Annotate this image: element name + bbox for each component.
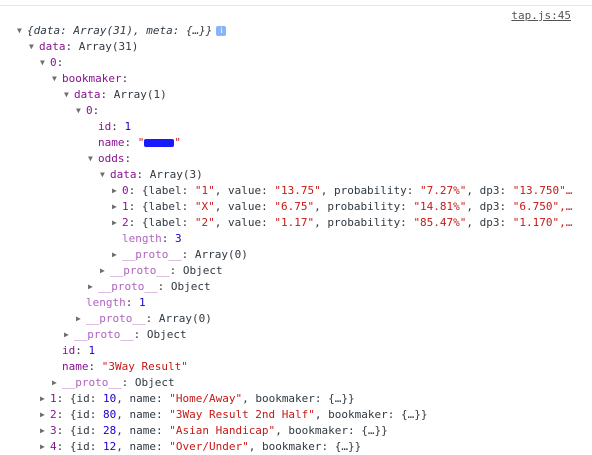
tree-node-odds[interactable]: ▼ odds: [88, 151, 131, 167]
item0-id: id: 1 [62, 344, 96, 357]
expand-triangle-icon[interactable]: ▶ [112, 215, 122, 231]
item0-name: name: "3Way Result" [62, 360, 188, 373]
expand-triangle-icon[interactable]: ▶ [40, 439, 50, 455]
expand-triangle-icon[interactable]: ▶ [112, 183, 122, 199]
tree-node-bookmaker[interactable]: ▼ bookmaker: [52, 71, 128, 87]
expand-triangle-icon[interactable]: ▶ [52, 375, 62, 391]
list-item[interactable]: ▶ 3: {id: 28, name: "Asian Handicap", boo… [40, 423, 388, 439]
odds-item-1[interactable]: ▶ 1: {label: "X", value: "6.75", probabil… [112, 199, 572, 215]
bookmaker-item-proto[interactable]: ▶ __proto__: Object [88, 279, 211, 295]
odds-array-proto[interactable]: ▶ __proto__: Array(0) [112, 247, 248, 263]
expand-triangle-icon[interactable]: ▶ [112, 247, 122, 263]
root-summary: {data: Array(31), meta: {…}} [27, 24, 213, 37]
redacted-value [144, 139, 175, 147]
expand-triangle-icon[interactable]: ▼ [76, 103, 86, 119]
bookmaker-data-length: length: 1 [86, 296, 146, 309]
source-link[interactable]: tap.js:45 [511, 9, 571, 22]
console-divider [0, 0, 592, 6]
expand-triangle-icon[interactable]: ▼ [17, 23, 27, 39]
expand-triangle-icon[interactable]: ▶ [88, 279, 98, 295]
odds-length: length: 3 [122, 232, 182, 245]
expand-triangle-icon[interactable]: ▼ [100, 167, 110, 183]
expand-triangle-icon[interactable]: ▼ [64, 87, 74, 103]
tree-node-bookmaker-data[interactable]: ▼ data: Array(1) [64, 87, 167, 103]
prop-id: id: 1 [98, 120, 132, 133]
expand-triangle-icon[interactable]: ▼ [40, 55, 50, 71]
bookmaker-proto[interactable]: ▶ __proto__: Object [64, 327, 187, 343]
bookmaker-data-proto[interactable]: ▶ __proto__: Array(0) [76, 311, 212, 327]
list-item[interactable]: ▶ 2: {id: 80, name: "3Way Result 2nd Half… [40, 407, 428, 423]
prop-name: name: " " [98, 136, 181, 149]
tree-node-data[interactable]: ▼ data: Array(31) [29, 39, 138, 55]
expand-triangle-icon[interactable]: ▶ [64, 327, 74, 343]
expand-triangle-icon[interactable]: ▶ [40, 423, 50, 439]
list-item[interactable]: ▶ 1: {id: 10, name: "Home/Away", bookmake… [40, 391, 355, 407]
odds-item-2[interactable]: ▶ 2: {label: "2", value: "1.17", probabil… [112, 215, 572, 231]
expand-triangle-icon[interactable]: ▼ [52, 71, 62, 87]
tree-node-item0[interactable]: ▼ 0: [40, 55, 63, 71]
expand-triangle-icon[interactable]: ▶ [112, 199, 122, 215]
tree-node-bookmaker-item0[interactable]: ▼ 0: [76, 103, 99, 119]
tree-node-odds-data[interactable]: ▼ data: Array(3) [100, 167, 203, 183]
expand-triangle-icon[interactable]: ▶ [40, 407, 50, 423]
odds-item-0[interactable]: ▶ 0: {label: "1", value: "13.75", probabi… [112, 183, 572, 199]
list-item[interactable]: ▶ 4: {id: 12, name: "Over/Under", bookmak… [40, 439, 361, 455]
item0-proto[interactable]: ▶ __proto__: Object [52, 375, 175, 391]
expand-triangle-icon[interactable]: ▶ [40, 391, 50, 407]
tree-root[interactable]: ▼ {data: Array(31), meta: {…}} i [17, 23, 227, 39]
expand-triangle-icon[interactable]: ▶ [76, 311, 86, 327]
expand-triangle-icon[interactable]: ▶ [100, 263, 110, 279]
expand-triangle-icon[interactable]: ▼ [29, 39, 39, 55]
expand-triangle-icon[interactable]: ▼ [88, 151, 98, 167]
info-icon[interactable]: i [216, 26, 227, 36]
odds-proto[interactable]: ▶ __proto__: Object [100, 263, 223, 279]
